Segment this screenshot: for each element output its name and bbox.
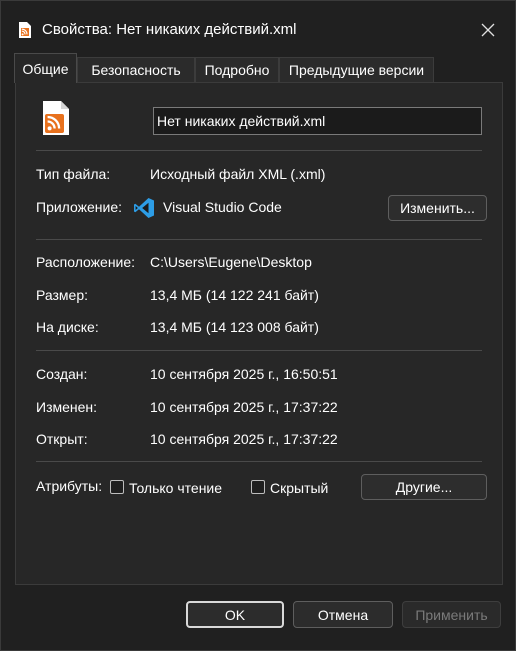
size-value: 13,4 МБ (14 122 241 байт) xyxy=(150,287,319,303)
tab-details[interactable]: Подробно xyxy=(195,57,279,82)
disk-size-label: На диске: xyxy=(36,319,99,335)
location-value: C:\Users\Eugene\Desktop xyxy=(150,254,312,270)
file-name-field[interactable] xyxy=(153,107,482,135)
properties-dialog: Свойства: Нет никаких действий.xml Общие… xyxy=(0,0,516,651)
apply-button[interactable]: Применить xyxy=(402,601,501,628)
readonly-label[interactable]: Только чтение xyxy=(129,480,222,496)
other-attributes-button[interactable]: Другие... xyxy=(361,474,487,500)
readonly-checkbox[interactable] xyxy=(110,480,124,494)
vscode-icon xyxy=(134,198,154,218)
window-title: Свойства: Нет никаких действий.xml xyxy=(42,21,297,38)
ok-button[interactable]: OK xyxy=(186,601,284,628)
file-type-label: Тип файла: xyxy=(36,166,111,182)
modified-value: 10 сентября 2025 г., 17:37:22 xyxy=(150,399,338,415)
created-value: 10 сентября 2025 г., 16:50:51 xyxy=(150,366,338,382)
tab-general[interactable]: Общие xyxy=(14,53,77,83)
created-label: Создан: xyxy=(36,366,88,382)
divider xyxy=(36,239,482,240)
tab-security[interactable]: Безопасность xyxy=(77,57,195,82)
document-icon xyxy=(19,22,31,38)
disk-size-value: 13,4 МБ (14 123 008 байт) xyxy=(150,319,319,335)
location-label: Расположение: xyxy=(36,254,136,270)
size-label: Размер: xyxy=(36,287,89,303)
opened-value: 10 сентября 2025 г., 17:37:22 xyxy=(150,431,338,447)
divider xyxy=(36,150,482,151)
app-label: Приложение: xyxy=(36,199,123,215)
file-type-value: Исходный файл XML (.xml) xyxy=(150,166,326,182)
app-value: Visual Studio Code xyxy=(163,199,282,215)
change-app-button[interactable]: Изменить... xyxy=(388,195,487,221)
tab-previous-versions[interactable]: Предыдущие версии xyxy=(279,57,434,82)
cancel-button[interactable]: Отмена xyxy=(293,601,393,628)
hidden-label[interactable]: Скрытый xyxy=(270,480,328,496)
hidden-checkbox[interactable] xyxy=(251,480,265,494)
attributes-label: Атрибуты: xyxy=(36,478,103,494)
modified-label: Изменен: xyxy=(36,399,98,415)
opened-label: Открыт: xyxy=(36,431,88,447)
rss-file-icon xyxy=(43,101,69,135)
divider xyxy=(36,350,482,351)
divider xyxy=(36,461,482,462)
close-button[interactable] xyxy=(471,15,505,45)
general-panel: Тип файла: Исходный файл XML (.xml) Прил… xyxy=(15,82,503,585)
close-icon xyxy=(481,23,495,37)
title-bar[interactable]: Свойства: Нет никаких действий.xml xyxy=(1,1,515,47)
